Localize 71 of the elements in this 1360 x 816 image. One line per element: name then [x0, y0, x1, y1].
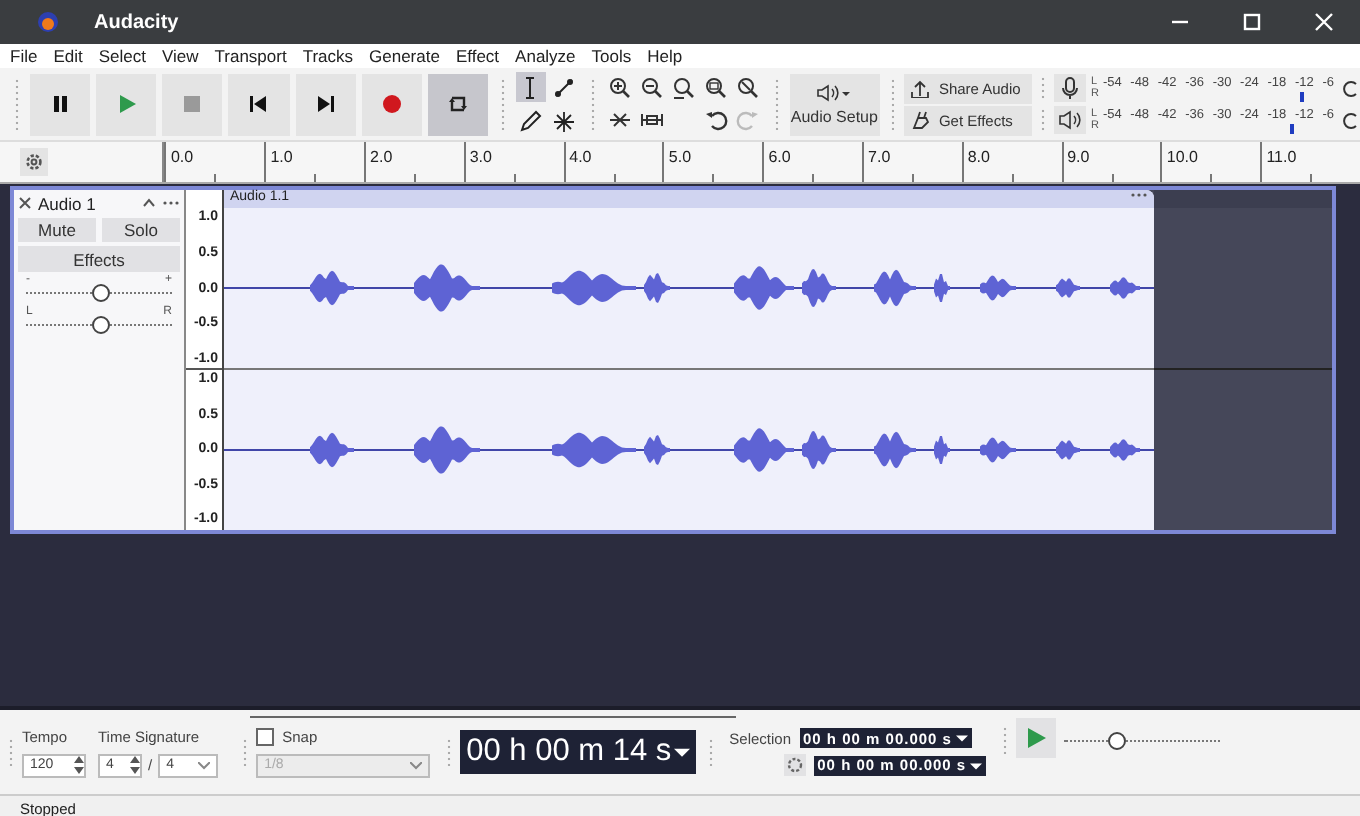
skip-start-icon	[246, 92, 271, 116]
microphone-icon	[1058, 76, 1083, 100]
plug-icon	[910, 110, 931, 130]
record-icon	[379, 92, 404, 116]
loop-icon	[445, 92, 470, 116]
audio-setup-button[interactable]: Audio Setup	[789, 73, 880, 135]
zoom-out-icon[interactable]	[640, 75, 665, 99]
slider-thumb[interactable]	[91, 316, 109, 334]
upload-icon	[910, 78, 931, 98]
zoom-fit-icon[interactable]	[672, 75, 697, 99]
pause-button[interactable]	[29, 73, 91, 135]
speaker-icon	[816, 83, 853, 101]
track-button[interactable]: Solo	[102, 218, 180, 242]
menu-item[interactable]: Tools	[591, 46, 632, 66]
close-icon[interactable]	[18, 196, 32, 210]
track-name[interactable]: Audio 1	[38, 193, 136, 213]
pause-icon	[48, 92, 72, 116]
settings-icon	[24, 152, 44, 172]
menu-item[interactable]: Help	[647, 46, 683, 66]
slider-thumb[interactable]	[91, 284, 109, 302]
record-meter-button[interactable]	[1054, 74, 1087, 102]
zoom-in-icon[interactable]	[608, 75, 633, 99]
undo-icon	[704, 107, 729, 131]
collapse-icon[interactable]	[142, 196, 156, 210]
menu-item[interactable]: Effect	[455, 46, 500, 66]
app-icon	[38, 12, 58, 32]
menu-item[interactable]: Tracks	[302, 46, 354, 66]
select-tool[interactable]	[515, 72, 546, 102]
menu-item[interactable]: Edit	[53, 46, 83, 66]
loop-button[interactable]	[427, 73, 489, 135]
zoom-fit-icon[interactable]	[704, 75, 729, 99]
skip-end-button[interactable]	[295, 73, 356, 135]
envelope-icon	[552, 75, 577, 99]
more-icon[interactable]	[1130, 190, 1148, 200]
draw-tool[interactable]	[515, 106, 546, 136]
skip-start-button[interactable]	[228, 73, 290, 135]
stop-icon	[180, 92, 205, 116]
settings-button[interactable]	[20, 148, 48, 176]
record-button[interactable]	[361, 73, 422, 135]
menu-item[interactable]: Transport	[214, 46, 287, 66]
settings-icon	[785, 756, 804, 774]
redo-icon	[736, 107, 761, 131]
menu-item[interactable]: File	[10, 46, 38, 66]
menu-item[interactable]: Generate	[369, 46, 440, 66]
window-title: Audacity	[94, 11, 181, 33]
playback-meter-button[interactable]	[1054, 106, 1087, 134]
menu-item[interactable]: Analyze	[515, 46, 576, 66]
asterisk-icon	[552, 109, 577, 133]
multi-tool[interactable]	[549, 106, 580, 136]
play-icon	[1026, 728, 1047, 748]
caret-icon[interactable]	[970, 759, 983, 771]
slider-thumb[interactable]	[1107, 732, 1126, 750]
speaker-icon	[1058, 108, 1083, 132]
caret-icon[interactable]	[955, 732, 968, 744]
time-display[interactable]: 00 h 00 m 14 s	[460, 730, 696, 774]
play-icon	[114, 92, 139, 116]
trim-icon[interactable]	[608, 107, 633, 131]
track-button[interactable]: Mute	[18, 218, 96, 242]
maximize-icon[interactable]	[1242, 12, 1262, 32]
zoom-toggle-icon[interactable]	[736, 75, 761, 99]
spin-icon[interactable]	[130, 756, 140, 774]
pencil-icon	[518, 109, 543, 133]
effects-button[interactable]: Effects	[18, 246, 180, 272]
caret-icon[interactable]	[673, 744, 690, 760]
menu-item[interactable]: Select	[98, 46, 146, 66]
skip-end-icon	[313, 92, 338, 116]
play-at-speed-button[interactable]	[1016, 718, 1057, 758]
more-icon[interactable]	[162, 196, 180, 210]
settings-button[interactable]	[783, 754, 806, 776]
menu-item[interactable]: View	[161, 46, 199, 66]
spin-icon[interactable]	[74, 756, 84, 774]
